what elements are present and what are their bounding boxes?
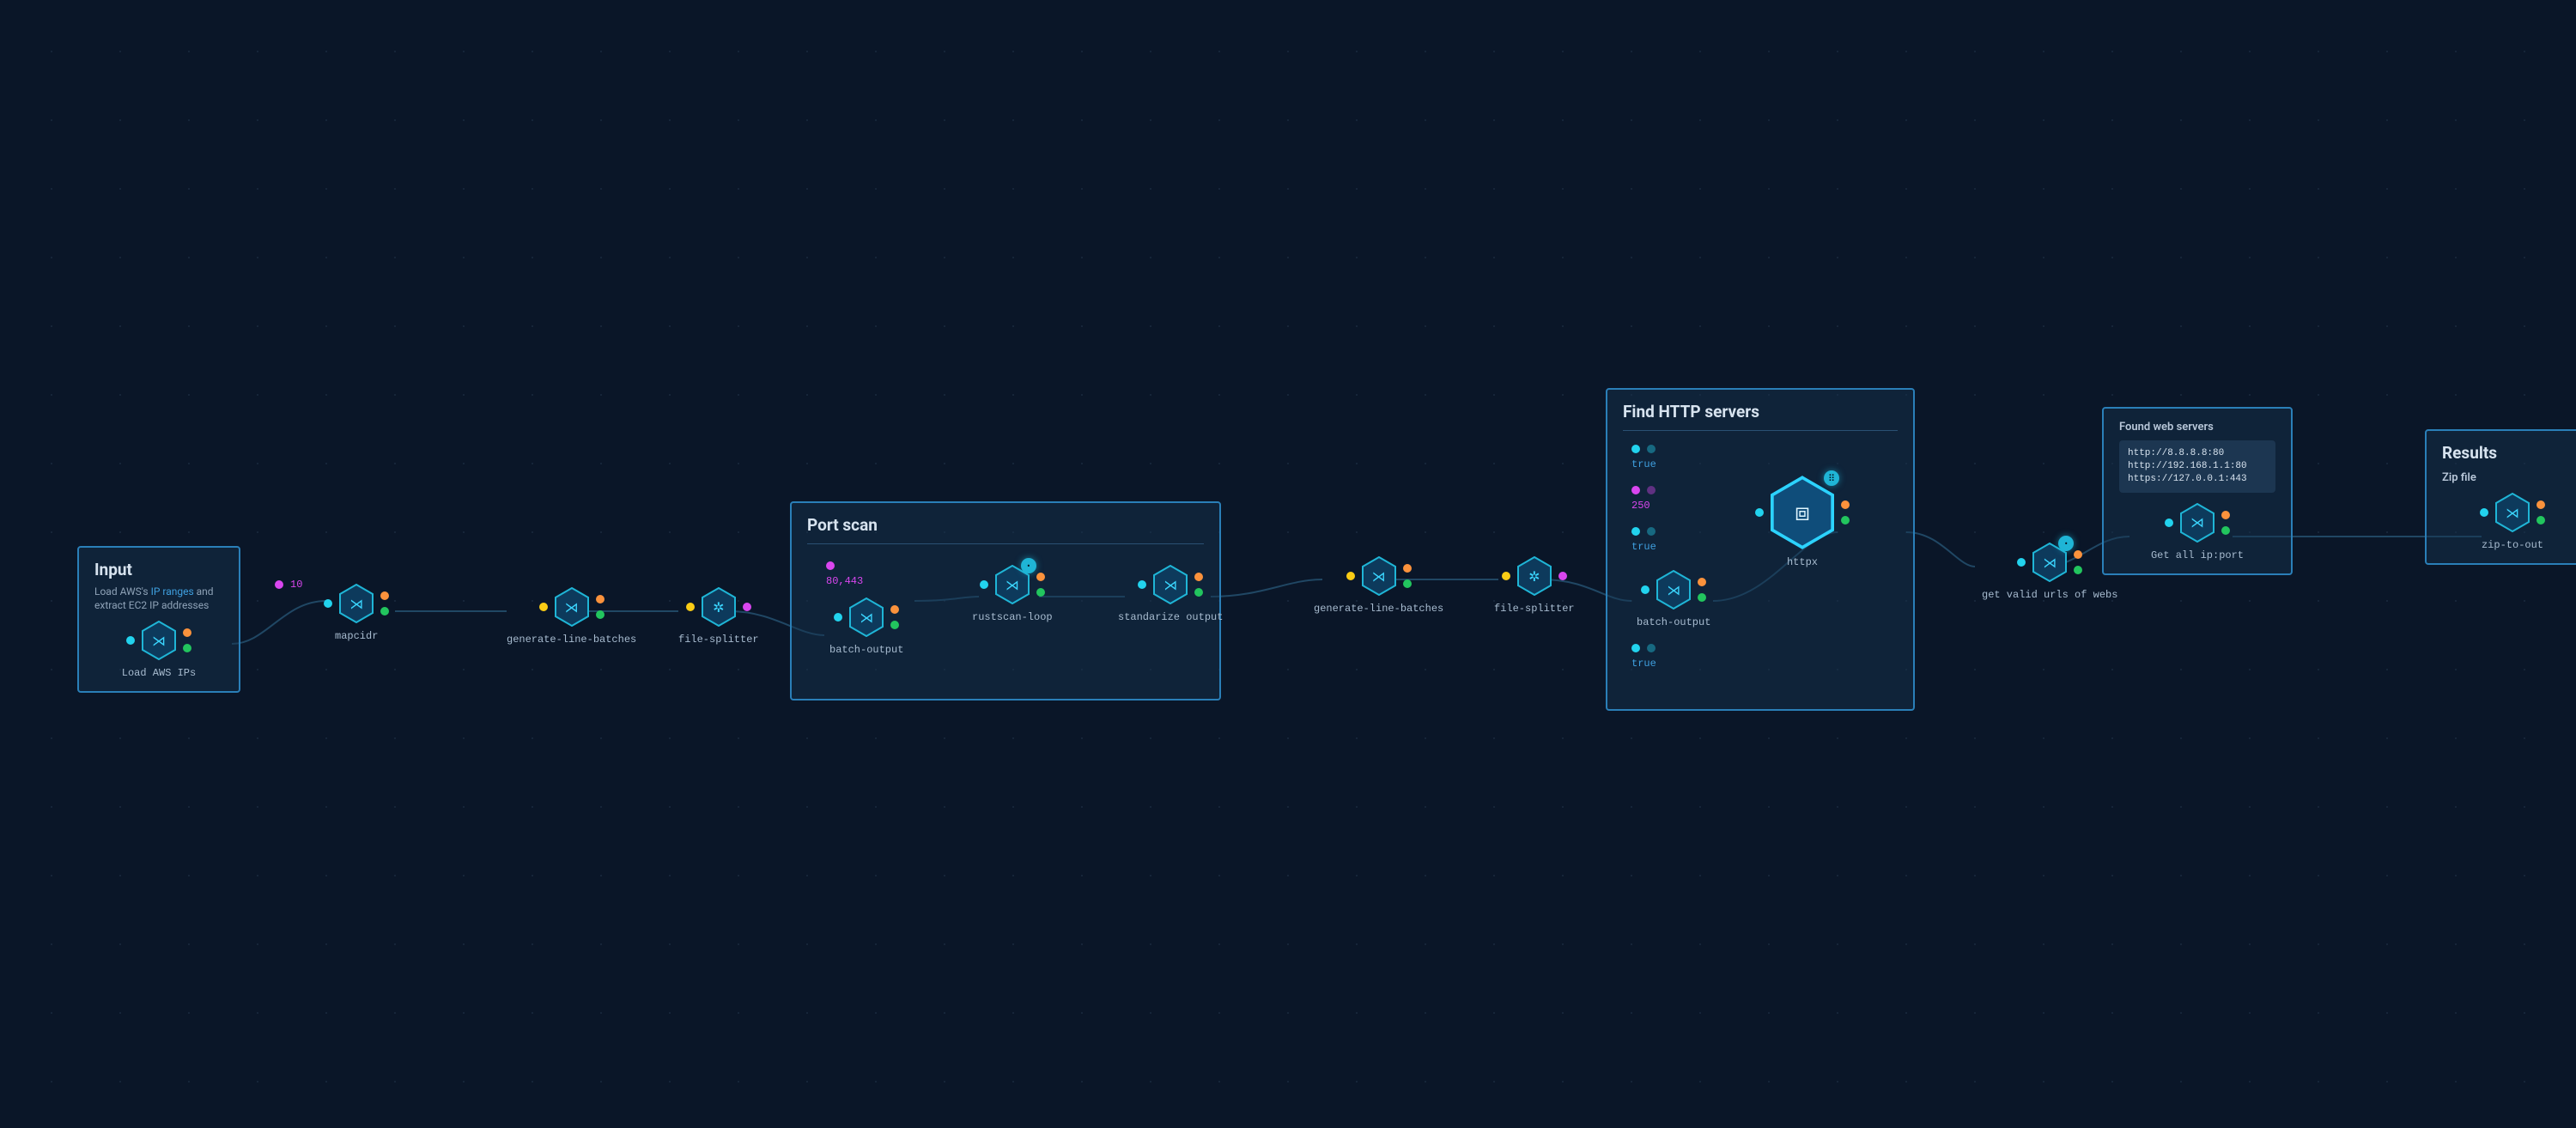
code-icon: ⋊: [2043, 555, 2057, 571]
node-zip-to-out[interactable]: ⋊ zip-to-out: [2442, 493, 2576, 551]
separator: [807, 543, 1204, 544]
code-icon: ⋊: [1005, 577, 1019, 593]
code-icon: ⋊: [1372, 568, 1386, 585]
code-output: http://8.8.8.8:80 http://192.168.1.1:80 …: [2119, 440, 2275, 493]
group-title: Input: [94, 560, 223, 579]
code-icon: ⋊: [1667, 582, 1680, 598]
param-ports: 80,443: [826, 575, 863, 587]
node-generate-line-batches-2[interactable]: ⋊ generate-line-batches: [1314, 556, 1443, 615]
group-desc: Load AWS's IP ranges and extract EC2 IP …: [94, 585, 223, 612]
hex-icon: ⋊: [142, 621, 176, 660]
workflow-canvas[interactable]: Input Load AWS's IP ranges and extract E…: [0, 0, 2576, 1128]
node-batch-output-2[interactable]: ⋊ batch-output: [1637, 570, 1710, 628]
ports-out: [183, 628, 191, 652]
group-subtitle: Found web servers: [2119, 421, 2275, 434]
code-icon: ⋊: [2190, 514, 2204, 531]
node-get-valid-urls[interactable]: ⋊ • get valid urls of webs: [1982, 543, 2117, 601]
badge-icon: ⠿: [1824, 470, 1839, 486]
code-icon: ⋊: [2506, 505, 2519, 521]
node-standarize-output[interactable]: ⋊ standarize output: [1118, 565, 1223, 623]
group-input[interactable]: Input Load AWS's IP ranges and extract E…: [77, 546, 240, 693]
node-load-aws-ips[interactable]: ⋊ Load AWS IPs: [94, 621, 223, 679]
param-port: [275, 580, 283, 589]
group-port-scan[interactable]: Port scan 80,443 ⋊ batch-output: [790, 501, 1221, 700]
separator: [1623, 430, 1898, 431]
group-results[interactable]: Results Zip file ⋊ zip-to-out: [2425, 429, 2576, 565]
code-icon: ⋊: [152, 633, 166, 649]
group-title: Find HTTP servers: [1623, 402, 1898, 421]
group-title: Results: [2442, 443, 2576, 463]
gear-icon: ✲: [713, 599, 724, 616]
node-generate-line-batches-1[interactable]: ⋊ generate-line-batches: [507, 587, 636, 646]
code-icon: ⋊: [565, 599, 579, 616]
group-found-web-servers[interactable]: Found web servers http://8.8.8.8:80 http…: [2102, 407, 2293, 575]
ports-in: [126, 636, 135, 645]
param-250: 250: [1631, 500, 1656, 512]
code-icon: ⋊: [860, 609, 873, 626]
node-httpx[interactable]: ⧈ ⠿ httpx: [1771, 476, 1834, 568]
code-icon: ⋊: [349, 596, 363, 612]
cube-icon: ⧈: [1795, 498, 1810, 527]
group-title: Port scan: [807, 515, 1204, 535]
param-value: 10: [290, 579, 302, 591]
badge-icon: •: [2058, 536, 2074, 551]
badge-icon: •: [1021, 558, 1036, 573]
node-file-splitter-2[interactable]: ✲ file-splitter: [1494, 556, 1575, 615]
node-file-splitter-1[interactable]: ✲ file-splitter: [678, 587, 759, 646]
param-true-1: true: [1631, 458, 1656, 470]
param-true-2: true: [1631, 541, 1656, 553]
node-rustscan-loop[interactable]: ⋊ • rustscan-loop: [972, 565, 1053, 623]
node-mapcidr[interactable]: 10 ⋊ mapcidr: [335, 584, 378, 642]
param-true-3: true: [1631, 658, 1656, 670]
code-icon: ⋊: [1163, 577, 1177, 593]
node-batch-output[interactable]: ⋊ batch-output: [829, 597, 903, 656]
group-find-http-servers[interactable]: Find HTTP servers true 250 true ⋊ batch-…: [1606, 388, 1915, 711]
group-subtitle: Zip file: [2442, 471, 2576, 484]
link-ip-ranges[interactable]: IP ranges: [151, 585, 194, 597]
gear-icon: ✲: [1528, 568, 1540, 585]
node-get-all-ip-port[interactable]: ⋊ Get all ip:port: [2119, 503, 2275, 561]
